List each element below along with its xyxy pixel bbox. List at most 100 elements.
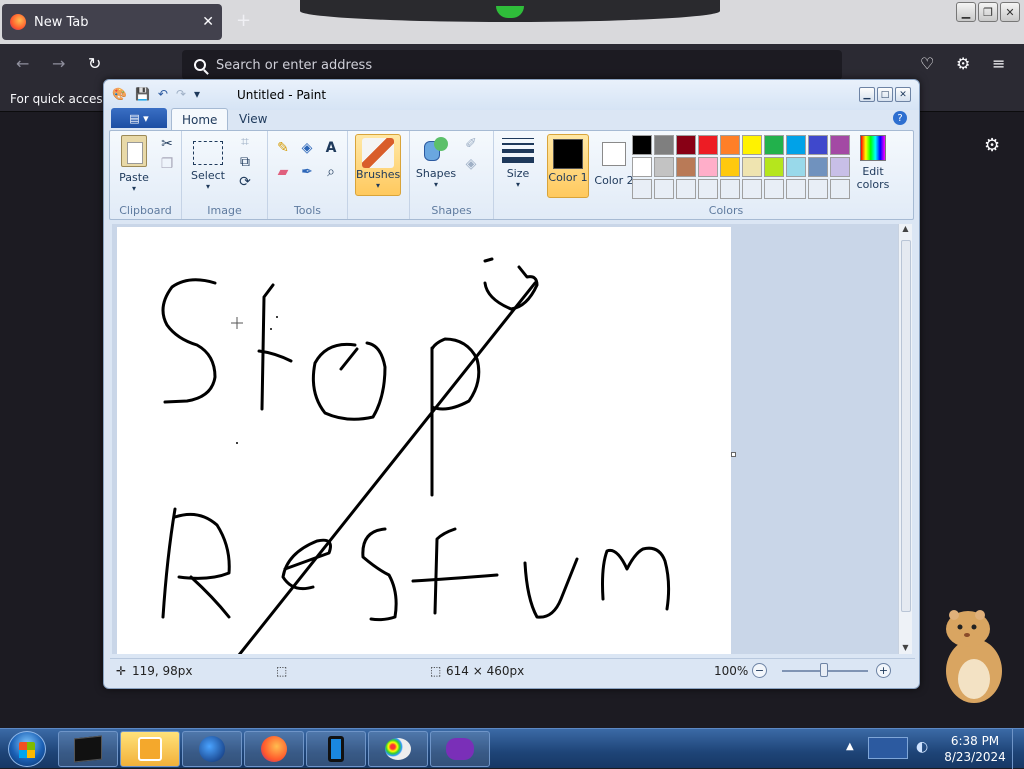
taskbar-firefox[interactable]: [244, 731, 304, 767]
custom-color-slot[interactable]: [698, 179, 718, 199]
custom-color-slot[interactable]: [764, 179, 784, 199]
scrollbar-thumb[interactable]: [901, 240, 911, 612]
magnifier-icon[interactable]: ⌕: [322, 163, 340, 181]
close-button[interactable]: ✕: [1000, 2, 1020, 22]
edit-colors-button[interactable]: Edit colors: [852, 135, 894, 191]
vertical-scrollbar[interactable]: ▲ ▼: [898, 224, 912, 654]
brushes-group: [348, 131, 410, 219]
customize-qat-icon[interactable]: ▾: [194, 87, 200, 101]
tab-home[interactable]: Home: [171, 108, 229, 130]
tab-close-button[interactable]: ✕: [202, 14, 214, 30]
shapes-button[interactable]: Shapes ▾: [414, 135, 458, 189]
back-icon[interactable]: ←: [16, 54, 29, 73]
palette-swatch[interactable]: [786, 135, 806, 155]
undo-icon[interactable]: ↶: [158, 87, 168, 101]
taskbar-clock[interactable]: 6:38 PM 8/23/2024: [940, 733, 1010, 765]
palette-swatch[interactable]: [786, 157, 806, 177]
save-icon[interactable]: 💾: [135, 87, 150, 101]
custom-color-slot[interactable]: [676, 179, 696, 199]
taskbar-terminal[interactable]: [58, 731, 118, 767]
palette-swatch[interactable]: [830, 157, 850, 177]
start-button[interactable]: [8, 731, 46, 767]
redo-icon[interactable]: ↷: [176, 87, 186, 101]
tray-volume-icon[interactable]: ◐: [916, 739, 928, 755]
palette-swatch[interactable]: [720, 157, 740, 177]
custom-color-slot[interactable]: [654, 179, 674, 199]
copy-icon[interactable]: ❐: [158, 155, 176, 173]
cursor-position: 119, 98px: [132, 664, 193, 678]
forward-icon[interactable]: →: [52, 54, 65, 73]
tray-expand-icon[interactable]: ▲: [846, 741, 854, 752]
palette-swatch[interactable]: [808, 135, 828, 155]
taskbar-device[interactable]: [306, 731, 366, 767]
settings-gear-icon[interactable]: ⚙: [984, 135, 1000, 156]
rotate-icon[interactable]: ⟳: [236, 173, 254, 191]
taskbar-globe[interactable]: [182, 731, 242, 767]
custom-color-slot[interactable]: [808, 179, 828, 199]
color2-button[interactable]: Color 2: [594, 135, 634, 187]
select-button[interactable]: Select ▾: [188, 135, 228, 191]
color-picker-icon[interactable]: ✒: [298, 163, 316, 181]
eraser-icon[interactable]: ▰: [274, 163, 292, 181]
palette-swatch[interactable]: [742, 157, 762, 177]
palette-swatch[interactable]: [698, 157, 718, 177]
address-bar[interactable]: Search or enter address: [182, 50, 842, 80]
palette-swatch[interactable]: [676, 157, 696, 177]
restore-button[interactable]: ❐: [978, 2, 998, 22]
palette-swatch[interactable]: [654, 157, 674, 177]
extensions-icon[interactable]: ⚙: [956, 54, 970, 73]
fill-style-icon[interactable]: ◈: [462, 155, 480, 173]
zoom-slider-thumb[interactable]: [820, 663, 828, 677]
new-tab-button[interactable]: +: [236, 10, 251, 31]
minimize-button[interactable]: ▁: [956, 2, 976, 22]
custom-color-slot[interactable]: [742, 179, 762, 199]
custom-color-slot[interactable]: [720, 179, 740, 199]
palette-swatch[interactable]: [654, 135, 674, 155]
zoom-out-button[interactable]: −: [752, 663, 767, 678]
taskbar-media-player[interactable]: [120, 731, 180, 767]
paste-button[interactable]: Paste ▾: [116, 135, 152, 193]
palette-swatch[interactable]: [720, 135, 740, 155]
palette-swatch[interactable]: [632, 157, 652, 177]
taskbar-paint[interactable]: [368, 731, 428, 767]
custom-color-slot[interactable]: [786, 179, 806, 199]
canvas-resize-handle[interactable]: [731, 452, 736, 457]
custom-color-slot[interactable]: [830, 179, 850, 199]
drawing-canvas[interactable]: [117, 227, 731, 654]
shapes-icon: [422, 135, 450, 163]
cut-icon[interactable]: ✂: [158, 135, 176, 153]
paint-minimize-button[interactable]: ▁: [859, 87, 875, 102]
taskbar-extra-app[interactable]: [430, 731, 490, 767]
custom-color-slot[interactable]: [632, 179, 652, 199]
palette-swatch[interactable]: [698, 135, 718, 155]
paint-close-button[interactable]: ✕: [895, 87, 911, 102]
crop-icon[interactable]: ⌗: [236, 133, 254, 151]
file-menu-button[interactable]: ▤ ▾: [111, 108, 167, 128]
text-icon[interactable]: A: [322, 139, 340, 157]
outline-icon[interactable]: ✐: [462, 135, 480, 153]
tray-network-icon[interactable]: [868, 737, 908, 759]
color1-button[interactable]: Color 1: [547, 134, 589, 198]
pencil-icon[interactable]: ✎: [274, 139, 292, 157]
fill-icon[interactable]: ◈: [298, 139, 316, 157]
tab-view[interactable]: View: [229, 108, 277, 130]
palette-swatch[interactable]: [764, 135, 784, 155]
pocket-icon[interactable]: ♡: [920, 54, 934, 73]
browser-tab[interactable]: New Tab ✕: [2, 4, 222, 40]
resize-icon[interactable]: ⧉: [236, 153, 254, 171]
tools-group: ✎ ◈ A ▰ ✒ ⌕ Tools: [268, 131, 348, 219]
menu-icon[interactable]: ≡: [992, 54, 1005, 73]
palette-swatch[interactable]: [830, 135, 850, 155]
palette-swatch[interactable]: [808, 157, 828, 177]
reload-icon[interactable]: ↻: [88, 54, 101, 73]
palette-swatch[interactable]: [742, 135, 762, 155]
zoom-in-button[interactable]: +: [876, 663, 891, 678]
palette-swatch[interactable]: [676, 135, 696, 155]
palette-swatch[interactable]: [764, 157, 784, 177]
show-desktop-button[interactable]: [1012, 729, 1024, 769]
paint-maximize-button[interactable]: □: [877, 87, 893, 102]
bookmarks-hint: For quick access,: [10, 92, 113, 106]
palette-swatch[interactable]: [632, 135, 652, 155]
help-icon[interactable]: ?: [893, 111, 907, 125]
size-button[interactable]: Size ▾: [500, 135, 536, 189]
